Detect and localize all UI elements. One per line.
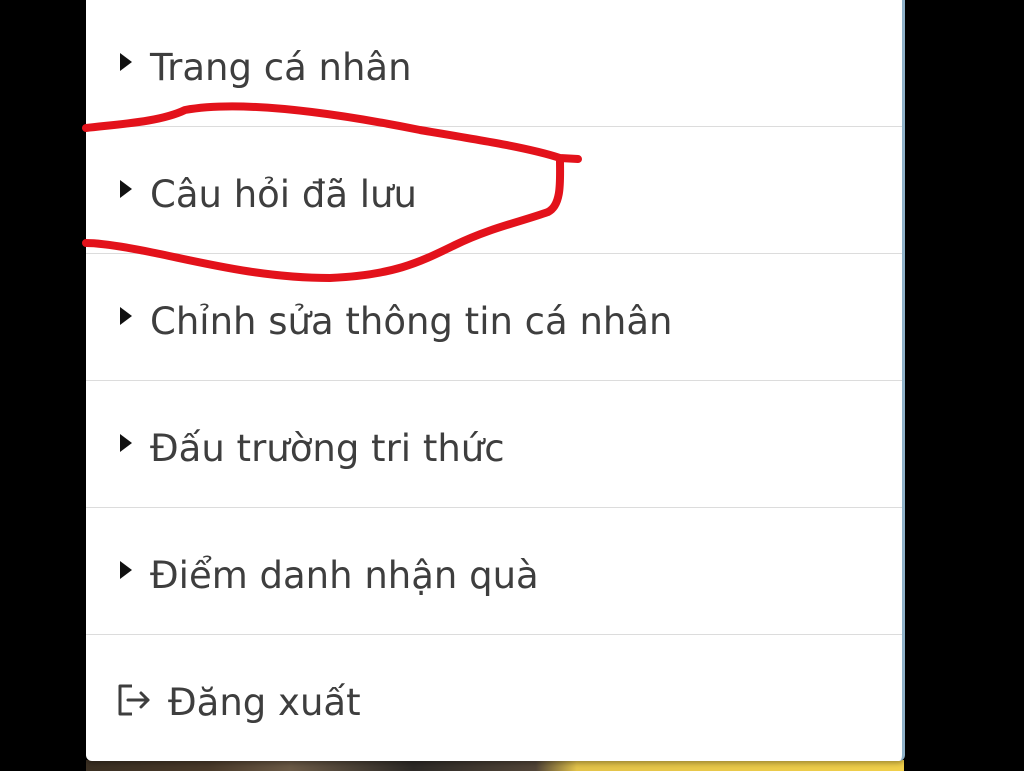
menu-item-label: Chỉnh sửa thông tin cá nhân [150, 300, 673, 343]
menu-item-label: Điểm danh nhận quà [150, 554, 539, 597]
menu-item-daily-checkin[interactable]: Điểm danh nhận quà [86, 508, 902, 635]
menu-item-edit-profile[interactable]: Chỉnh sửa thông tin cá nhân [86, 254, 902, 381]
menu-item-profile[interactable]: Trang cá nhân [86, 0, 902, 127]
menu-item-saved-questions[interactable]: Câu hỏi đã lưu [86, 127, 902, 254]
caret-right-icon [120, 307, 132, 325]
page-background-right [904, 0, 1024, 771]
caret-right-icon [120, 434, 132, 452]
menu-item-knowledge-arena[interactable]: Đấu trường tri thức [86, 381, 902, 508]
menu-item-logout[interactable]: Đăng xuất [86, 635, 902, 761]
menu-item-label: Đấu trường tri thức [150, 427, 505, 470]
underlying-page-strip [86, 760, 904, 771]
user-dropdown-menu: Trang cá nhân Câu hỏi đã lưu Chỉnh sửa t… [86, 0, 905, 761]
menu-item-label: Câu hỏi đã lưu [150, 173, 417, 216]
caret-right-icon [120, 53, 132, 71]
caret-right-icon [120, 180, 132, 198]
page-background-left [0, 0, 86, 771]
logout-icon [118, 684, 150, 716]
menu-item-label: Đăng xuất [168, 681, 361, 724]
caret-right-icon [120, 561, 132, 579]
menu-item-label: Trang cá nhân [150, 46, 412, 89]
screenshot-canvas: Trang cá nhân Câu hỏi đã lưu Chỉnh sửa t… [0, 0, 1024, 771]
